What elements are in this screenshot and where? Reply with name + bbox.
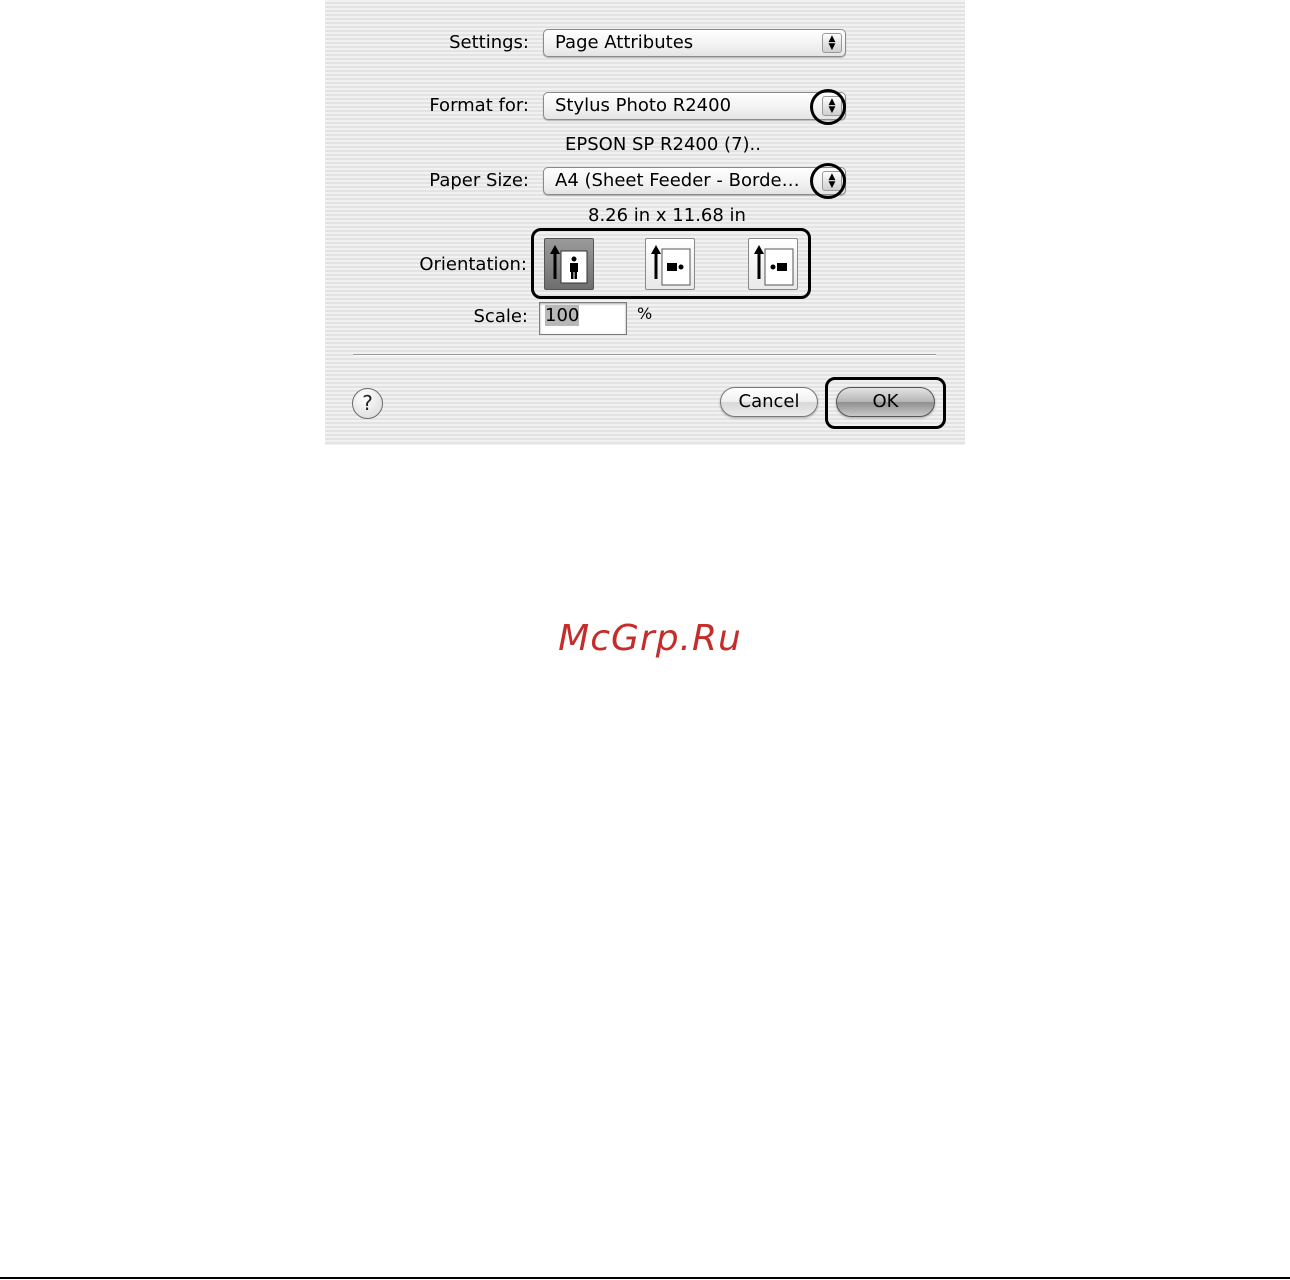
settings-label: Settings: (449, 32, 529, 53)
cancel-button[interactable]: Cancel (720, 387, 818, 417)
scale-unit-label: % (637, 304, 653, 323)
paper-size-popup[interactable]: A4 (Sheet Feeder - Borde… ▲ ▼ (543, 167, 846, 195)
paper-size-popup-value: A4 (Sheet Feeder - Borde… (555, 170, 800, 191)
scale-label: Scale: (473, 306, 529, 327)
orientation-landscape-left-button[interactable] (645, 238, 695, 290)
format-popup-callout-circle (810, 89, 846, 125)
scale-input[interactable]: 100 (539, 302, 627, 335)
help-button[interactable]: ? (352, 388, 383, 419)
format-for-popup[interactable]: Stylus Photo R2400 ▲ ▼ (543, 92, 846, 120)
format-for-label: Format for: (429, 95, 529, 116)
printer-description: EPSON SP R2400 (7).. (565, 134, 761, 155)
paper-popup-callout-circle (810, 163, 846, 199)
paper-dimensions: 8.26 in x 11.68 in (588, 205, 746, 226)
landscape-left-orientation-icon (651, 245, 691, 286)
help-icon: ? (362, 391, 373, 415)
portrait-orientation-icon (550, 245, 588, 284)
settings-popup-value: Page Attributes (555, 32, 694, 53)
orientation-landscape-right-button[interactable] (748, 238, 798, 290)
paper-size-label: Paper Size: (429, 170, 529, 191)
scale-value: 100 (545, 305, 580, 326)
page-bottom-rule (0, 1277, 1290, 1279)
watermark: McGrp.Ru (558, 618, 742, 659)
format-for-popup-value: Stylus Photo R2400 (555, 95, 732, 116)
divider (353, 354, 936, 356)
orientation-label: Orientation: (419, 254, 527, 275)
popup-arrows-icon: ▲ ▼ (822, 33, 842, 53)
landscape-right-orientation-icon (754, 245, 794, 286)
ok-callout-box (825, 377, 946, 429)
orientation-portrait-button[interactable] (544, 238, 594, 290)
settings-popup[interactable]: Page Attributes ▲ ▼ (543, 29, 846, 57)
